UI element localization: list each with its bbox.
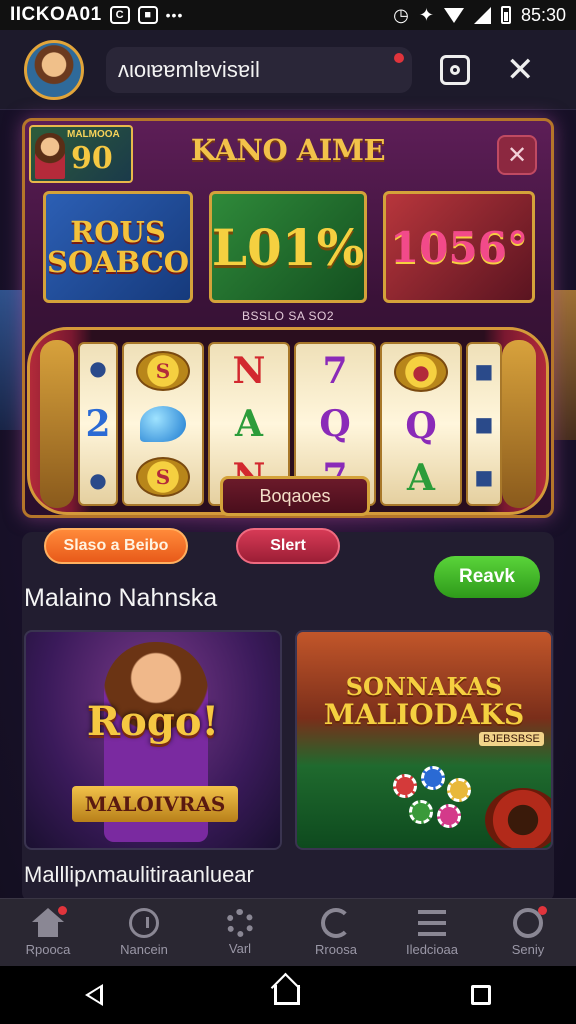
avatar[interactable] [24,39,84,100]
game-card-2[interactable]: SONNAKAS MALIODAKS BJEBSBSE [295,630,553,850]
bluetooth-icon: ✦ [418,4,434,25]
app-screen: IICKOA01 C ■ ••• ◷ ✦ 85:30 ʌιoιɐɐmlɐvisɐ… [0,0,576,1024]
reel-0: ● 2 ● [78,342,118,506]
reel-symbol: ■ [474,411,494,436]
tab-profile[interactable]: Seniy [480,899,576,966]
reel-spin-button[interactable]: Boqaoes [220,476,370,516]
start-button[interactable]: Slert [236,528,340,564]
reel-5: ■ ■ ■ [466,342,502,506]
reel-symbol: 7 [322,349,348,392]
app-header: ʌιoιɐɐmlɐvisɐil ✕ [0,30,576,110]
clock-icon [129,908,159,938]
gear-icon [226,909,254,937]
game-card-title: Rogo! [86,698,220,745]
status-bar: IICKOA01 C ■ ••• ◷ ✦ 85:30 [0,0,576,30]
refresh-icon [321,908,351,938]
game-panel: MALMOOA 90 KANO AIME ✕ ROUS SOABCO L01% … [22,118,554,518]
game-card-title-bottom: MALIODAKS [323,698,525,731]
panel-close-button[interactable]: ✕ [497,135,537,175]
game-card-tag: BJEBSBSE [479,732,544,746]
alarm-icon: ◷ [393,4,409,25]
status-time: 85:30 [520,4,566,25]
reel-symbol-coin: S [136,351,190,392]
green-action-button[interactable]: Reavk [434,556,540,598]
casino-chip [421,766,445,790]
search-input-text: ʌιoιɐɐmlɐvisɐil [118,56,260,82]
notification-dot [394,52,404,63]
casino-chip [447,778,471,802]
reel-symbol: ■ [474,358,494,383]
battery-icon [500,6,511,24]
wifi-icon [443,7,464,23]
status-left-text: IICKOA01 [10,4,102,25]
search-input[interactable]: ʌιoιɐɐmlɐvisɐil [106,46,412,93]
casino-chip [437,804,461,828]
reel-symbol-coin: S [136,456,190,497]
tab-list[interactable]: Iledcioaa [384,899,480,966]
tab-home[interactable]: Rpooca [0,899,96,966]
reel-symbol: ■ [474,465,494,490]
casino-chip [393,774,417,798]
home-icon [32,906,67,938]
game-card-1[interactable]: Rogo! MALOIVRAS [24,630,282,850]
reel-symbol: A [407,457,435,499]
tab-refresh[interactable]: Rroosa [288,899,384,966]
back-icon[interactable] [85,984,104,1006]
image-icon: ■ [137,6,158,24]
section-title: Malaino Nahnska [24,584,218,612]
panel-title: KANO AIME [190,133,386,167]
tab-label: Varl [228,941,252,956]
home-button-icon[interactable] [273,985,300,1005]
system-nav-bar [0,966,576,1024]
notification-icon: C [109,6,130,24]
panel-subtitle: BSSLO SA SO2 [241,309,335,323]
reel-symbol: ● [89,356,107,380]
promo-tile-1[interactable]: ROUS SOABCO [43,191,193,303]
promo-tile-3[interactable]: 1056° [383,191,535,303]
reel-symbol: Q [405,405,437,447]
reel-symbol-gem [140,405,186,442]
orange-action-button[interactable]: Slaso a Beibo [44,528,188,564]
list-icon [417,908,447,938]
reel-4: ● Q A [380,342,462,506]
reel-symbol: 2 [85,403,111,445]
reel-right-cap [502,340,536,508]
recent-apps-icon[interactable] [470,985,491,1005]
background-slot-machine-left [0,290,24,430]
reel-symbol: ● [89,468,107,492]
profile-icon [513,906,547,938]
tab-label: Iledcioaa [405,942,459,957]
reel-symbol: Q [319,402,351,445]
tab-settings[interactable]: Varl [192,899,288,966]
slot-reels[interactable]: ● 2 ● S S N A N 7 Q 7 ● Q A [27,327,549,516]
roulette-wheel [485,788,551,848]
reel-left-cap [40,340,74,508]
more-dots-icon: ••• [165,7,184,23]
background-slot-machine-right [552,290,576,440]
tab-label: Rroosa [315,942,357,957]
reel-symbol: A [235,402,263,445]
close-icon[interactable]: ✕ [506,53,535,87]
promo-tile-2[interactable]: L01% [209,191,367,303]
reel-symbol-coin: ● [394,352,448,392]
tab-label: Rpooca [25,942,71,957]
tab-clock[interactable]: Nancein [96,899,192,966]
bottom-section-label: Malllipʌmaulitiraanluear [24,862,254,887]
bottom-tab-bar: Rpooca Nancein Varl Rroosa Iledcioaa Sen… [0,898,576,966]
reel-1: S S [122,342,204,506]
game-card-title-top: SONNAKAS [345,672,503,701]
casino-chip [409,800,433,824]
reel-symbol: N [232,349,266,392]
signal-icon [473,6,491,24]
game-card-banner: MALOIVRAS [72,786,238,822]
tab-label: Nancein [120,942,168,957]
camera-icon[interactable] [440,54,470,85]
tab-label: Seniy [511,942,545,957]
